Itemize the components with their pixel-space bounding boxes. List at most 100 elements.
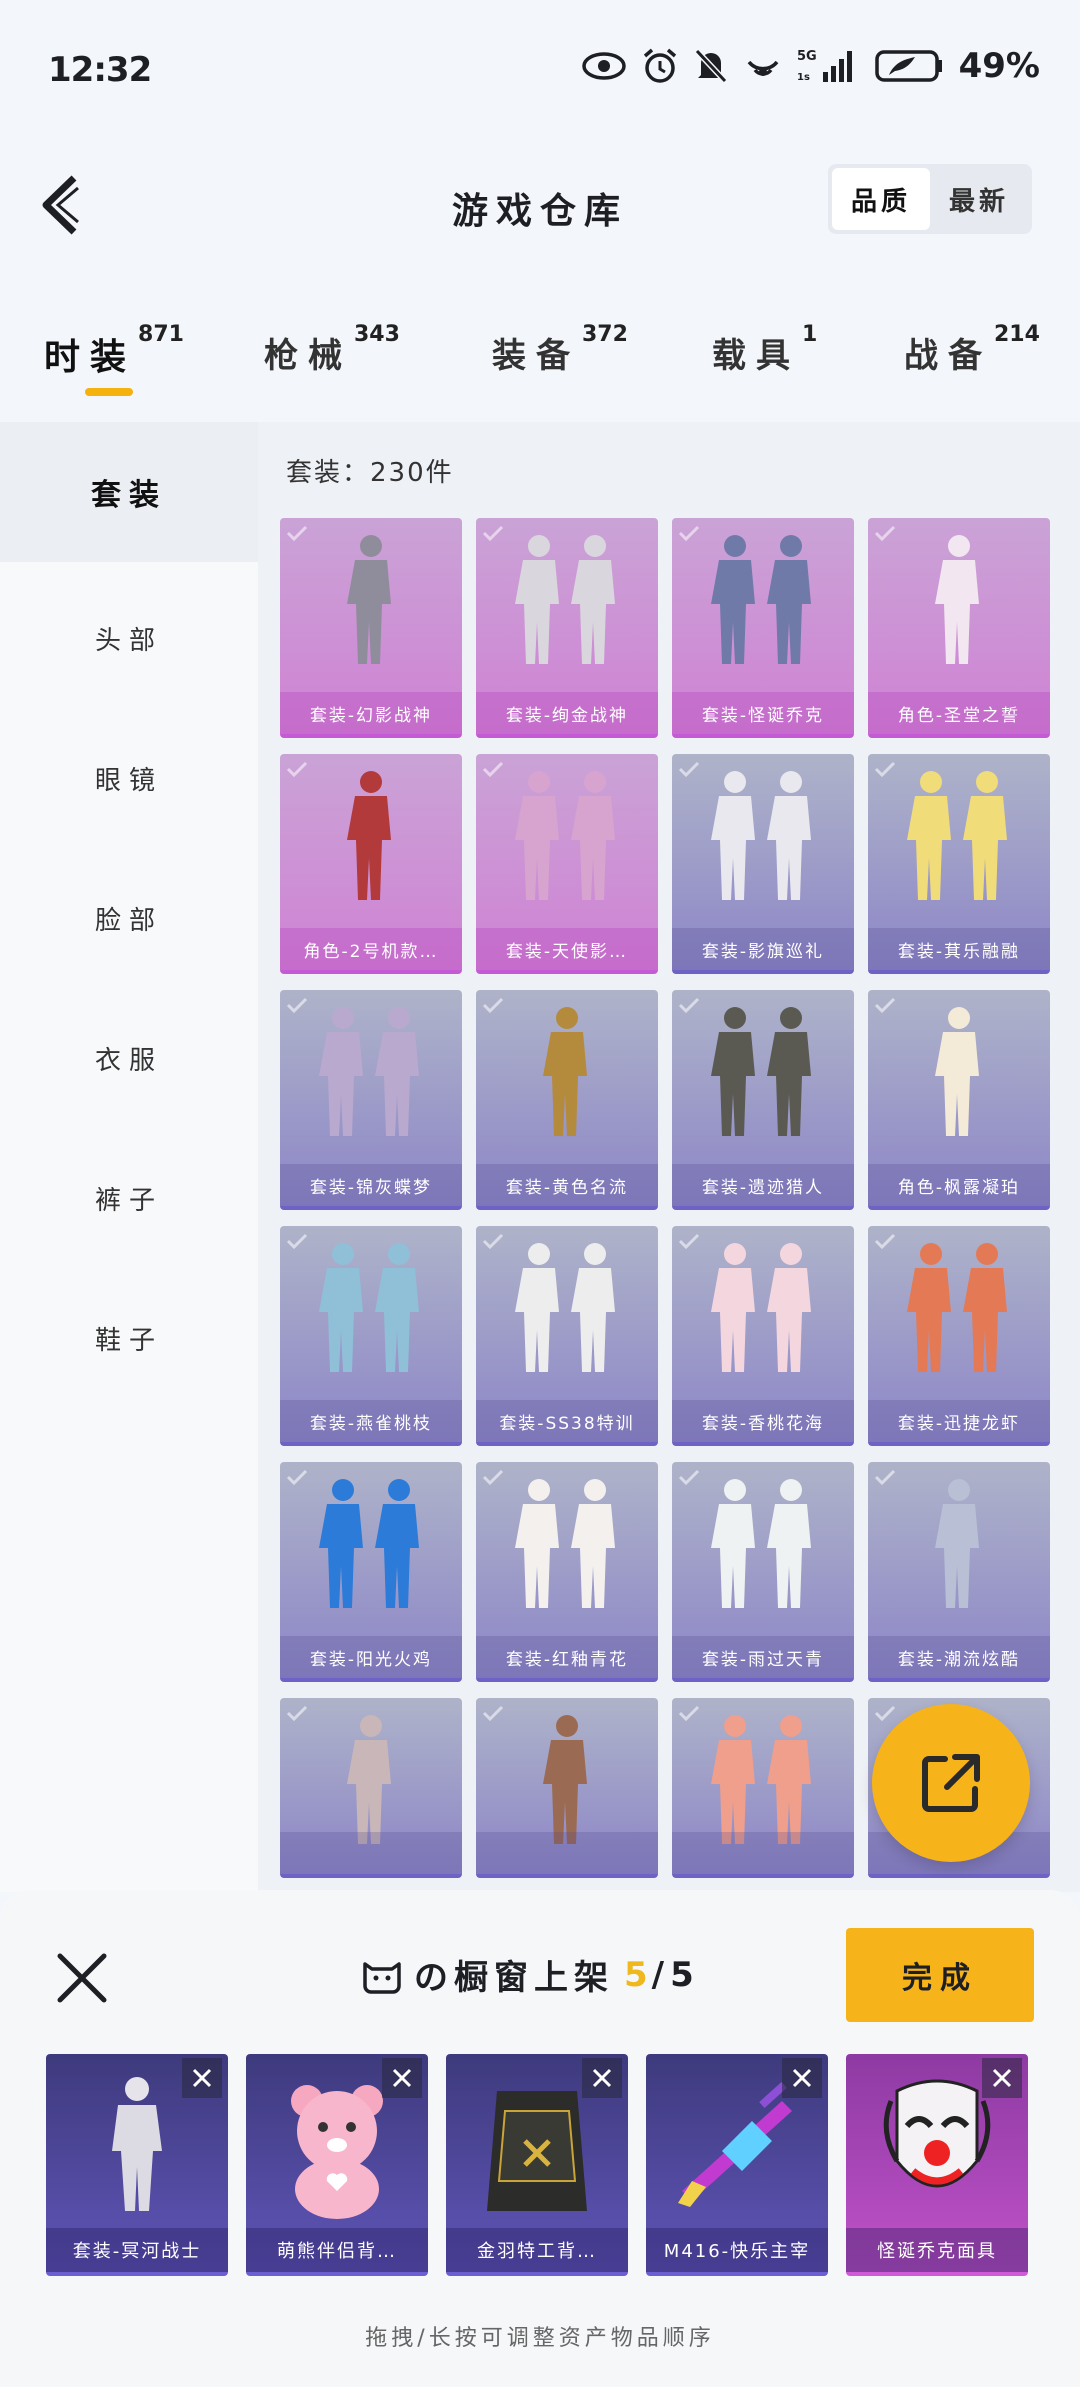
- sidebar-item-outfit[interactable]: 套装: [0, 422, 258, 562]
- item-card[interactable]: 套装-影旗巡礼: [672, 754, 854, 974]
- tab-label: 枪械: [264, 336, 352, 376]
- item-card[interactable]: 角色-枫露凝珀: [868, 990, 1050, 1210]
- remove-item-button[interactable]: [782, 2058, 822, 2098]
- showcase-item[interactable]: 萌熊伴侣背…: [246, 2054, 428, 2276]
- item-card[interactable]: 套装-黄色名流: [476, 990, 658, 1210]
- sidebar-item-face[interactable]: 脸部: [0, 848, 258, 988]
- sidebar-item-glasses[interactable]: 眼镜: [0, 708, 258, 848]
- item-name: 套装-阳光火鸡: [280, 1636, 462, 1678]
- item-image: [476, 528, 658, 678]
- item-card[interactable]: 套装-燕雀桃枝: [280, 1226, 462, 1446]
- item-card[interactable]: 套装-阳光火鸡: [280, 1462, 462, 1682]
- item-card[interactable]: 套装-潮流炫酷: [868, 1462, 1050, 1682]
- item-card[interactable]: 套装-幻影战神: [280, 518, 462, 738]
- item-image: [476, 764, 658, 914]
- showcase-count-current: 5: [624, 1954, 654, 1995]
- item-name: 套装-影旗巡礼: [672, 928, 854, 970]
- showcase-sheet: の橱窗上架 5/5 完成 套装-冥河战士 萌熊伴侣背… 金羽特工背… M416-…: [0, 1890, 1080, 2387]
- item-name: 套装-潮流炫酷: [868, 1636, 1050, 1678]
- tab-label: 载具: [712, 336, 800, 376]
- item-name: 套装-天使影…: [476, 928, 658, 970]
- item-name: [476, 1832, 658, 1874]
- item-name: 套装-幻影战神: [280, 692, 462, 734]
- showcase-item-name: 萌熊伴侣背…: [246, 2228, 428, 2272]
- item-image: [672, 764, 854, 914]
- item-card[interactable]: 套装-迅捷龙虾: [868, 1226, 1050, 1446]
- tab-vehicles[interactable]: 载具 1: [712, 322, 817, 377]
- showcase-item[interactable]: 怪诞乔克面具: [846, 2054, 1028, 2276]
- sort-quality-button[interactable]: 品质: [832, 168, 930, 230]
- showcase-count-total: /5: [651, 1954, 700, 1995]
- item-card[interactable]: [672, 1698, 854, 1878]
- item-name: 套装-萁乐融融: [868, 928, 1050, 970]
- item-card[interactable]: 套装-怪诞乔克: [672, 518, 854, 738]
- item-name: 套装-黄色名流: [476, 1164, 658, 1206]
- item-name: [280, 1832, 462, 1874]
- sidebar: 套装 头部 眼镜 脸部 衣服 裤子 鞋子: [0, 422, 258, 1892]
- item-card[interactable]: 套装-天使影…: [476, 754, 658, 974]
- item-card[interactable]: [476, 1698, 658, 1878]
- remove-item-button[interactable]: [982, 2058, 1022, 2098]
- item-card[interactable]: [280, 1698, 462, 1878]
- showcase-item[interactable]: M416-快乐主宰: [646, 2054, 828, 2276]
- close-icon: [192, 2068, 212, 2088]
- tab-weapons[interactable]: 枪械 343: [264, 322, 400, 377]
- item-card[interactable]: 套装-遗迹猎人: [672, 990, 854, 1210]
- item-card[interactable]: 套装-SS38特训: [476, 1226, 658, 1446]
- tab-count: 214: [994, 322, 1040, 347]
- tab-count: 372: [582, 322, 628, 347]
- item-card[interactable]: 套装-雨过天青: [672, 1462, 854, 1682]
- sidebar-item-pants[interactable]: 裤子: [0, 1128, 258, 1268]
- tab-equipment[interactable]: 装备 372: [492, 322, 628, 377]
- item-card[interactable]: 套装-红釉青花: [476, 1462, 658, 1682]
- close-icon: [57, 1953, 107, 2003]
- item-card[interactable]: 角色-2号机款…: [280, 754, 462, 974]
- sidebar-item-head[interactable]: 头部: [0, 568, 258, 708]
- sidebar-item-shoes[interactable]: 鞋子: [0, 1268, 258, 1408]
- showcase-item[interactable]: 金羽特工背…: [446, 2054, 628, 2276]
- battery-icon: [874, 50, 942, 82]
- item-image: [476, 1000, 658, 1150]
- item-card[interactable]: 套装-香桃花海: [672, 1226, 854, 1446]
- item-image: [672, 1000, 854, 1150]
- tab-count: 343: [354, 322, 400, 347]
- showcase-tray: 套装-冥河战士 萌熊伴侣背… 金羽特工背… M416-快乐主宰 怪诞乔克面具: [46, 2054, 1046, 2276]
- share-button[interactable]: [872, 1704, 1030, 1862]
- item-name: 套装-迅捷龙虾: [868, 1400, 1050, 1442]
- close-icon: [792, 2068, 812, 2088]
- share-icon: [922, 1754, 980, 1812]
- mute-bell-icon: [694, 48, 727, 84]
- item-image: [476, 1472, 658, 1622]
- remove-item-button[interactable]: [182, 2058, 222, 2098]
- showcase-item-name: 怪诞乔克面具: [846, 2228, 1028, 2272]
- showcase-item[interactable]: 套装-冥河战士: [46, 2054, 228, 2276]
- category-tabs: 时装 871 枪械 343 装备 372 载具 1 战备 214: [0, 310, 1080, 420]
- showcase-item-name: 套装-冥河战士: [46, 2228, 228, 2272]
- tab-fashion[interactable]: 时装 871: [44, 322, 184, 380]
- tab-label: 战备: [904, 336, 992, 376]
- item-image: [280, 1236, 462, 1386]
- sheet-title: の橱窗上架 5/5: [360, 1950, 700, 1999]
- item-image: [868, 528, 1050, 678]
- item-name: 套装-雨过天青: [672, 1636, 854, 1678]
- sidebar-item-clothes[interactable]: 衣服: [0, 988, 258, 1128]
- item-name: 套装-遗迹猎人: [672, 1164, 854, 1206]
- item-name: 套装-燕雀桃枝: [280, 1400, 462, 1442]
- item-card[interactable]: 套装-锦灰蝶梦: [280, 990, 462, 1210]
- done-button[interactable]: 完成: [846, 1928, 1034, 2022]
- item-image: [476, 1236, 658, 1386]
- item-name: [672, 1832, 854, 1874]
- sort-newest-button[interactable]: 最新: [930, 168, 1028, 230]
- remove-item-button[interactable]: [382, 2058, 422, 2098]
- item-card[interactable]: 套装-绚金战神: [476, 518, 658, 738]
- item-card[interactable]: 角色-圣堂之誓: [868, 518, 1050, 738]
- item-card[interactable]: 套装-萁乐融融: [868, 754, 1050, 974]
- header: 游戏仓库 品质 最新: [0, 150, 1080, 260]
- tab-label: 装备: [492, 336, 580, 376]
- close-button[interactable]: [54, 1950, 110, 2006]
- tab-count: 871: [138, 322, 184, 347]
- tab-count: 1: [802, 322, 818, 347]
- remove-item-button[interactable]: [582, 2058, 622, 2098]
- close-icon: [592, 2068, 612, 2088]
- tab-supplies[interactable]: 战备 214: [904, 322, 1040, 377]
